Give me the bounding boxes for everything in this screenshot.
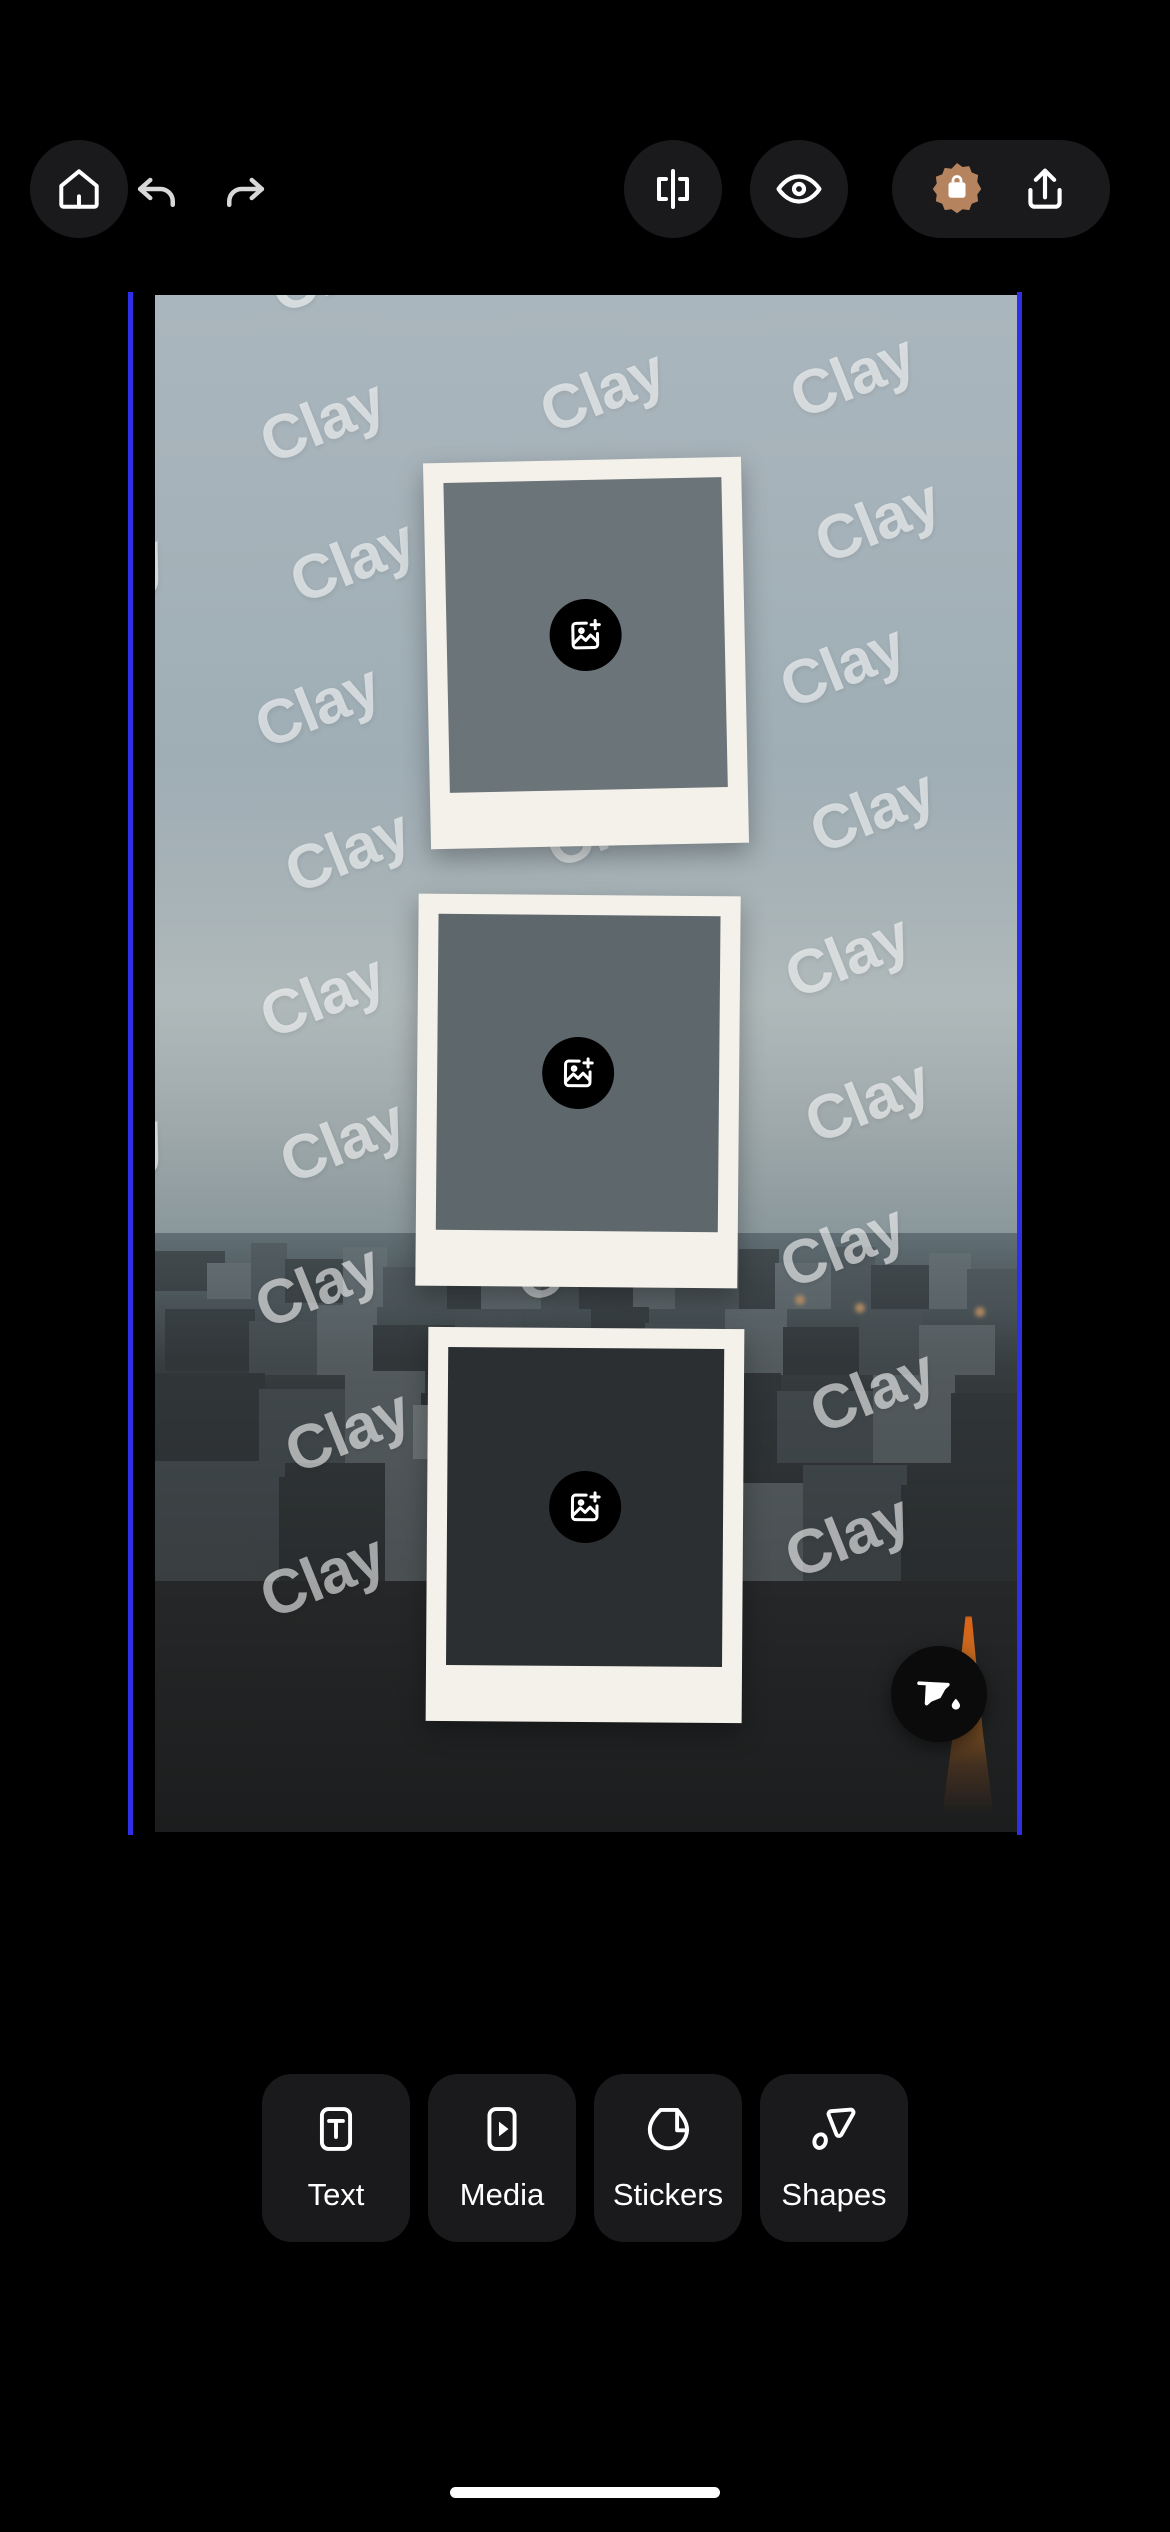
fill-tool-button[interactable] [891, 1646, 987, 1742]
photo-frame-2[interactable] [415, 893, 741, 1289]
tool-label: Media [459, 2177, 545, 2212]
tool-label: Text [307, 2177, 365, 2212]
undo-button[interactable] [108, 140, 206, 238]
tool-label: Shapes [781, 2177, 887, 2212]
city-building [859, 1310, 923, 1375]
selection-edge-right[interactable] [1017, 292, 1022, 1835]
selection-edge-left[interactable] [128, 292, 133, 1835]
preview-button[interactable] [750, 140, 848, 238]
export-button[interactable] [1006, 150, 1084, 228]
redo-button[interactable] [196, 140, 294, 238]
shapes-triangle-circle-icon [808, 2103, 860, 2155]
tool-shapes[interactable]: Shapes [760, 2074, 908, 2242]
city-building [919, 1324, 995, 1375]
city-building [951, 1392, 1017, 1463]
city-building [775, 1262, 835, 1309]
add-image-button-3[interactable] [548, 1470, 622, 1544]
flip-button[interactable] [624, 140, 722, 238]
photo-frame-1[interactable] [422, 456, 750, 850]
city-building [249, 1320, 323, 1375]
add-image-button-2[interactable] [541, 1036, 615, 1110]
home-icon [54, 164, 104, 214]
tool-label: Stickers [612, 2177, 724, 2212]
canvas-area[interactable]: Clay Clay Clay Clay Clay Clay Clay Clay Clay Clay… [128, 292, 1022, 1835]
city-building [317, 1304, 377, 1375]
premium-badge-icon [927, 159, 987, 219]
add-image-icon [559, 1054, 597, 1092]
design-canvas[interactable]: Clay Clay Clay Clay Clay Clay Clay Clay Clay Clay… [155, 295, 1017, 1832]
top-toolbar [0, 140, 1170, 260]
city-building [873, 1374, 955, 1463]
share-upload-icon [1020, 164, 1070, 214]
flip-horizontal-icon [649, 165, 697, 213]
system-home-indicator[interactable] [450, 2487, 720, 2498]
city-building [155, 1460, 285, 1581]
add-image-icon [566, 1488, 604, 1526]
sticker-droplet-icon [642, 2103, 694, 2155]
city-building [285, 1258, 347, 1303]
redo-arrow-icon [218, 162, 272, 216]
city-building [803, 1464, 907, 1581]
city-building [777, 1390, 877, 1463]
city-building [165, 1308, 255, 1371]
city-building [251, 1242, 287, 1301]
premium-export-group [892, 140, 1110, 238]
add-image-icon [566, 616, 605, 655]
city-building [783, 1326, 863, 1375]
tool-media[interactable]: Media [428, 2074, 576, 2242]
premium-button[interactable] [918, 150, 996, 228]
eye-icon [774, 164, 824, 214]
tool-text[interactable]: Text [262, 2074, 410, 2242]
bottom-toolbar: Text Media Stickers Shapes [0, 2074, 1170, 2242]
city-building [901, 1484, 1017, 1581]
city-building [929, 1252, 971, 1309]
street-light [975, 1306, 985, 1317]
city-building [967, 1268, 1017, 1309]
city-building [279, 1476, 391, 1581]
city-building [155, 1372, 265, 1463]
street-light [855, 1302, 865, 1313]
tool-stickers[interactable]: Stickers [594, 2074, 742, 2242]
city-building [259, 1388, 351, 1463]
text-box-icon [310, 2103, 362, 2155]
media-play-icon [476, 2103, 528, 2155]
street-light [795, 1294, 805, 1305]
photo-frame-3[interactable] [425, 1326, 745, 1724]
city-building [831, 1246, 875, 1309]
city-building [739, 1248, 779, 1309]
paint-bucket-icon [914, 1669, 964, 1719]
city-building [207, 1262, 255, 1299]
city-building [343, 1246, 387, 1307]
undo-arrow-icon [130, 162, 184, 216]
app-root: Clay Clay Clay Clay Clay Clay Clay Clay Clay Clay… [0, 0, 1170, 2532]
city-building [871, 1264, 933, 1309]
